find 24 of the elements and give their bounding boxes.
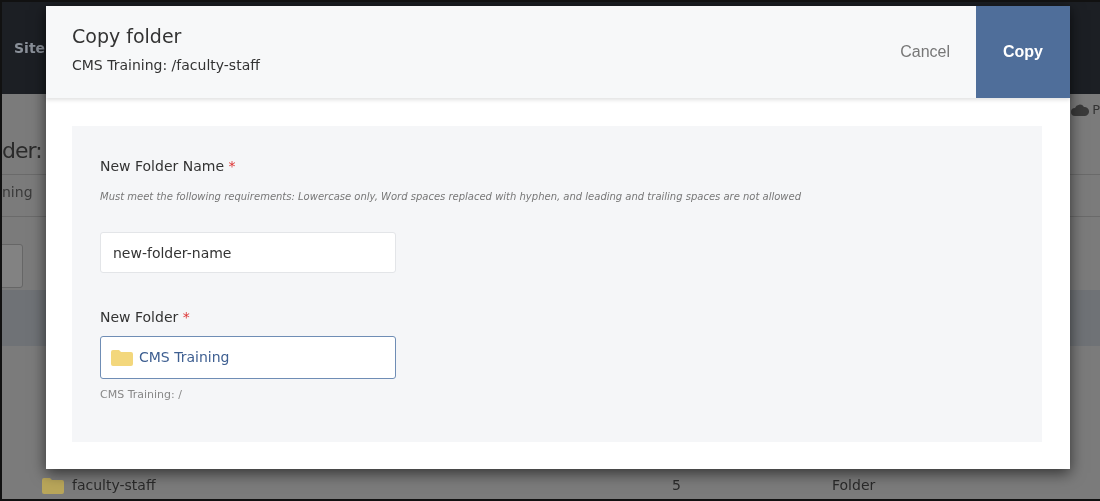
help-text: CMS Training: / xyxy=(100,387,183,403)
folder-picker[interactable]: CMS Training xyxy=(100,336,396,379)
folder-icon xyxy=(42,477,64,494)
cancel-button[interactable]: Cancel xyxy=(874,6,976,98)
file-name: faculty-staff xyxy=(72,476,157,495)
cloud-icon xyxy=(1071,103,1090,116)
nav-item[interactable]: Site xyxy=(14,37,46,59)
table-cell-text: 5 xyxy=(672,476,682,495)
button[interactable] xyxy=(2,244,23,288)
dialog-title: Copy folder xyxy=(72,24,183,50)
required-icon: * xyxy=(182,309,190,325)
hint-text: Must meet the following requirements: Lowercase only, Word spaces replaced with hyphen, and leading and trailing spaces are not allowed xyxy=(100,190,803,204)
page-subheading: ning xyxy=(2,183,33,202)
copy-button[interactable]: Copy xyxy=(976,6,1070,98)
dialog-subtitle: CMS Training: /faculty-staff xyxy=(72,55,262,75)
input-field[interactable]: new-folder-name xyxy=(100,232,396,273)
folder-icon xyxy=(111,349,133,366)
field-label: New Folder Name * xyxy=(100,157,237,176)
action-label[interactable]: P xyxy=(1092,100,1100,120)
table-cell-text: Folder xyxy=(832,476,876,495)
page-heading: der: xyxy=(2,137,42,165)
field-label: New Folder * xyxy=(100,308,191,327)
folder-name[interactable]: CMS Training xyxy=(139,347,230,368)
required-icon: * xyxy=(228,158,236,174)
